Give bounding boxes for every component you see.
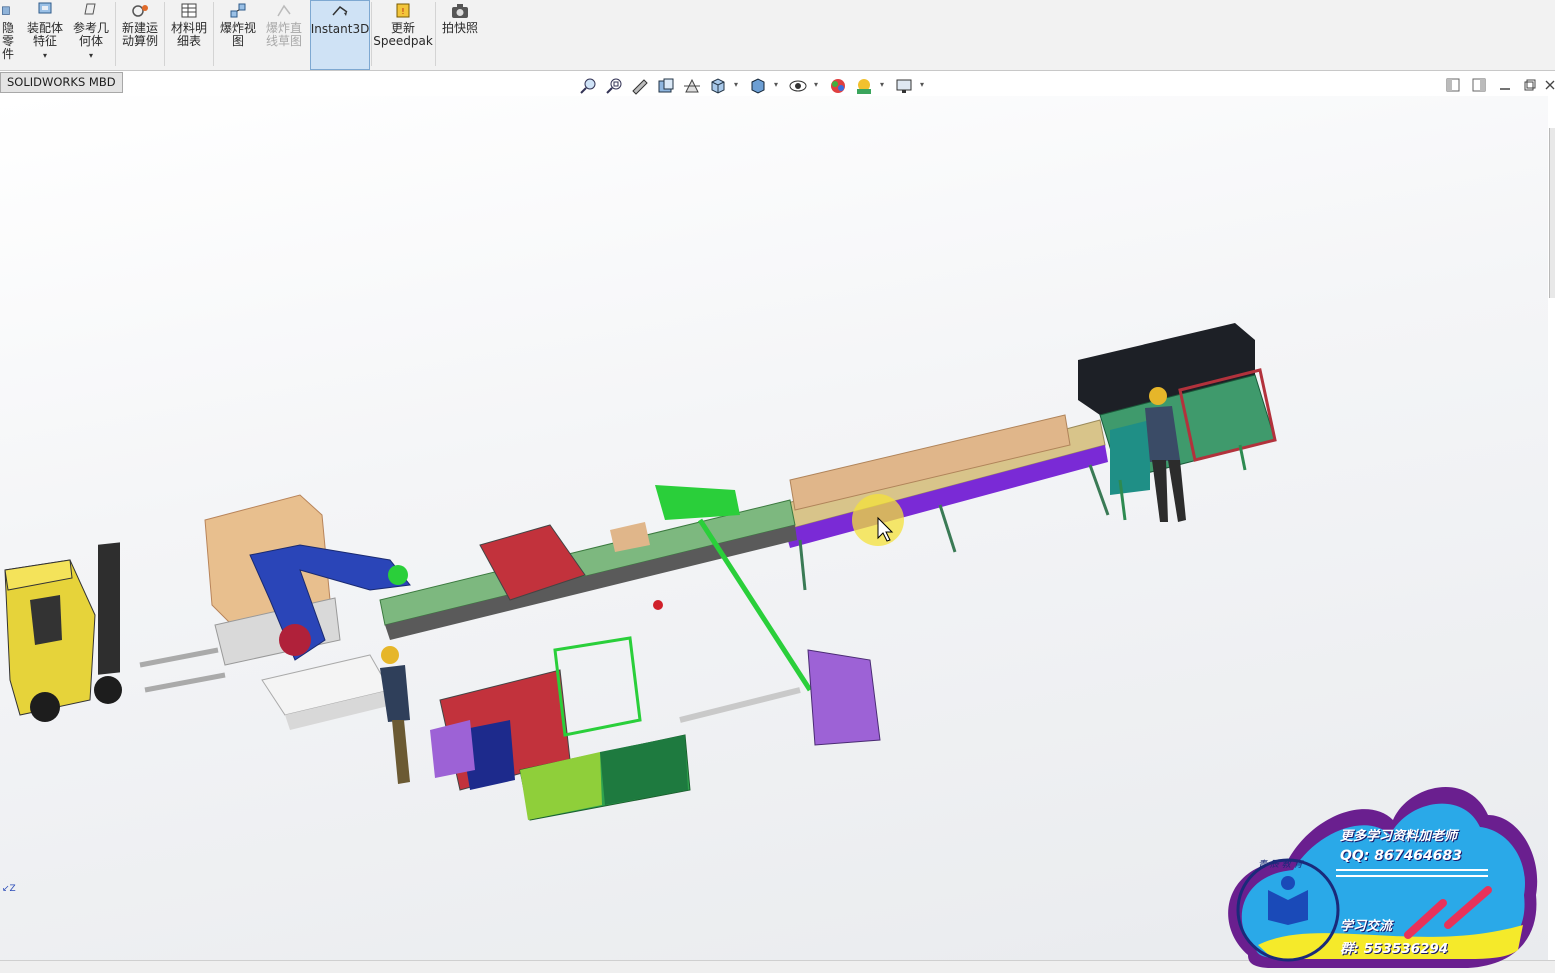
show-hide-icon bbox=[2, 6, 10, 15]
bottle-packer bbox=[430, 636, 691, 821]
zoom-to-area-icon[interactable] bbox=[604, 76, 624, 96]
triad-axis-arrow-icon: ↙ bbox=[2, 884, 10, 894]
svg-text:!: ! bbox=[401, 7, 404, 16]
tile-left-icon[interactable] bbox=[1446, 78, 1460, 92]
camera-icon bbox=[452, 4, 468, 18]
tile-right-icon[interactable] bbox=[1472, 78, 1486, 92]
speedpak-icon: ! bbox=[396, 3, 410, 18]
reference-triad: ↙Z bbox=[2, 884, 16, 894]
display-style-icon[interactable] bbox=[748, 76, 768, 96]
empty-pallet bbox=[261, 654, 392, 730]
new-motion-study-button[interactable]: 新建运 动算例 bbox=[118, 0, 162, 68]
instant3d-button[interactable]: Instant3D bbox=[310, 0, 370, 70]
close-icon[interactable] bbox=[1545, 78, 1555, 92]
assembly-features-button[interactable]: 装配体 特征 ▾ bbox=[22, 0, 68, 68]
chevron-down-icon[interactable]: ▾ bbox=[774, 80, 778, 89]
chevron-down-icon[interactable]: ▾ bbox=[920, 80, 924, 89]
ribbon-separator bbox=[371, 2, 372, 66]
apply-scene-icon[interactable] bbox=[854, 76, 874, 96]
bill-of-materials-button[interactable]: 材料明 细表 bbox=[167, 0, 211, 68]
zoom-to-fit-icon[interactable] bbox=[578, 76, 598, 96]
tab-solidworks-mbd[interactable]: SOLIDWORKS MBD bbox=[0, 72, 123, 93]
exploded-view-button[interactable]: 爆炸视 图 bbox=[216, 0, 260, 68]
watermark-qq: QQ: 867464683 bbox=[1340, 848, 1462, 864]
watermark-badge: 更多学习资料加老师 QQ: 867464683 学习交流 群: 55353629… bbox=[1218, 775, 1540, 970]
view-settings-icon[interactable] bbox=[894, 76, 914, 96]
explode-line-sketch-icon bbox=[277, 4, 291, 17]
section-view-icon[interactable] bbox=[656, 76, 676, 96]
dynamic-annotation-icon[interactable] bbox=[682, 76, 702, 96]
take-snapshot-button[interactable]: 拍快照 bbox=[438, 0, 482, 68]
chevron-down-icon[interactable]: ▾ bbox=[880, 80, 884, 89]
ribbon-separator bbox=[213, 2, 214, 66]
watermark-line-3: 学习交流 bbox=[1340, 919, 1393, 934]
reference-geometry-button[interactable]: 参考几 何体 ▾ bbox=[70, 0, 112, 68]
triad-z-label: Z bbox=[9, 884, 16, 894]
loose-part bbox=[653, 600, 663, 610]
ribbon-separator bbox=[164, 2, 165, 66]
instant3d-icon bbox=[332, 5, 348, 16]
chevron-down-icon[interactable]: ▾ bbox=[734, 80, 738, 89]
explode-line-sketch-button[interactable]: 爆炸直 线草图 bbox=[262, 0, 306, 68]
command-manager-ribbon: 隐 零 件 装配体 特征 ▾ 参考几 何体 ▾ 新建运 动算例 材料明 细表 爆… bbox=[0, 0, 1555, 71]
ribbon-separator bbox=[115, 2, 116, 66]
chevron-down-icon[interactable]: ▾ bbox=[43, 49, 47, 62]
watermark-line-1: 更多学习资料加老师 bbox=[1340, 829, 1458, 844]
edit-appearance-icon[interactable] bbox=[828, 76, 848, 96]
chevron-down-icon[interactable]: ▾ bbox=[814, 80, 818, 89]
bom-table-icon bbox=[181, 3, 197, 18]
forklift bbox=[4, 542, 226, 722]
ribbon-separator bbox=[435, 2, 436, 66]
show-hide-components-button[interactable]: 隐 零 件 bbox=[0, 0, 16, 68]
update-speedpak-button[interactable]: ! 更新 Speedpak bbox=[373, 0, 433, 68]
reference-geometry-icon bbox=[84, 3, 96, 15]
exploded-view-icon bbox=[230, 3, 246, 18]
restore-icon[interactable] bbox=[1523, 78, 1537, 92]
chevron-down-icon[interactable]: ▾ bbox=[89, 49, 93, 62]
logo-text: 青 辰 教 育 bbox=[1258, 860, 1303, 870]
motion-study-icon bbox=[132, 5, 148, 17]
main-conveyor bbox=[779, 414, 1110, 591]
watermark-group-number: 群: 553536294 bbox=[1340, 941, 1449, 957]
task-pane-tabs[interactable] bbox=[1549, 128, 1555, 298]
view-orientation-icon[interactable] bbox=[708, 76, 728, 96]
assembly-features-icon bbox=[38, 2, 52, 14]
worker-figure-left bbox=[380, 646, 410, 784]
hide-show-items-icon[interactable] bbox=[788, 76, 808, 96]
minimize-icon[interactable] bbox=[1498, 78, 1512, 92]
previous-view-icon[interactable] bbox=[630, 76, 650, 96]
